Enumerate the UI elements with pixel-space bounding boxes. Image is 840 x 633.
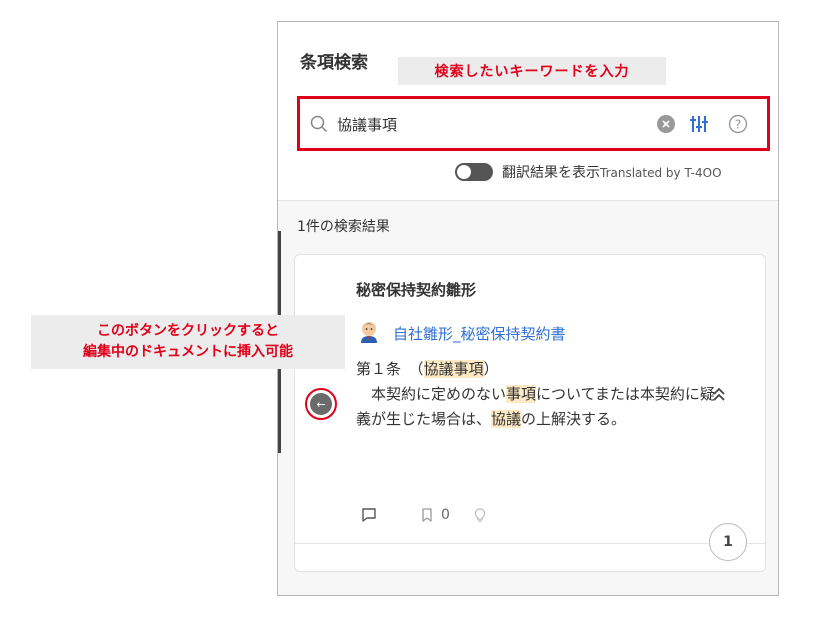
result-card: 秘密保持契約雛形 自社雛形_秘密保持契約書 第１条 （協議事項） 本契約に定めの… — [294, 254, 766, 572]
svg-text:?: ? — [735, 118, 741, 132]
insert-button[interactable]: ← — [310, 393, 332, 415]
clear-icon[interactable] — [657, 115, 675, 133]
keyword-highlight: 事項 — [453, 360, 484, 378]
toggle-knob — [457, 165, 471, 179]
card-actions: 0 — [361, 507, 488, 523]
help-icon[interactable]: ? — [728, 114, 748, 134]
filter-icon[interactable] — [689, 114, 709, 134]
insert-callout: このボタンをクリックすると 編集中のドキュメントに挿入可能 — [31, 315, 345, 369]
arrow-left-icon: ← — [316, 397, 326, 411]
search-box[interactable]: ? — [305, 104, 762, 144]
search-icon — [309, 114, 329, 134]
keyword-highlight: 協議 — [423, 360, 454, 378]
chevron-up-icon[interactable] — [711, 386, 727, 402]
keyword-callout: 検索したいキーワードを入力 — [398, 57, 666, 85]
translate-toggle[interactable] — [455, 163, 493, 181]
lightbulb-icon[interactable] — [472, 507, 488, 523]
search-input[interactable] — [337, 115, 637, 133]
card-divider — [295, 543, 765, 544]
document-link[interactable]: 自社雛形_秘密保持契約書 — [393, 323, 566, 344]
insert-callout-line1: このボタンをクリックすると — [97, 323, 279, 339]
panel-title: 条項検索 — [300, 53, 368, 73]
result-count: 1件の検索結果 — [297, 219, 390, 235]
keyword-highlight: 協議 — [491, 410, 522, 428]
comment-icon[interactable] — [361, 507, 377, 523]
bookmark-icon[interactable] — [419, 507, 435, 523]
translate-toggle-row: 翻訳結果を表示Translated by T-4OO — [455, 162, 722, 182]
translate-provider: Translated by T-4OO — [600, 166, 722, 180]
keyword-highlight: 事項 — [506, 385, 537, 403]
result-document-row: 自社雛形_秘密保持契約書 — [357, 319, 566, 347]
page-badge[interactable]: 1 — [709, 523, 747, 561]
translate-toggle-label: 翻訳結果を表示Translated by T-4OO — [502, 165, 722, 181]
clause-text: 第１条 （協議事項） 本契約に定めのない事項についてまたは本契約に疑義が生じた場… — [356, 360, 715, 428]
insert-callout-line2: 編集中のドキュメントに挿入可能 — [83, 344, 293, 360]
user-avatar-icon — [357, 319, 381, 347]
insert-button-highlight: ← — [305, 388, 337, 420]
bookmark-count: 0 — [441, 507, 450, 523]
result-title: 秘密保持契約雛形 — [356, 281, 477, 299]
